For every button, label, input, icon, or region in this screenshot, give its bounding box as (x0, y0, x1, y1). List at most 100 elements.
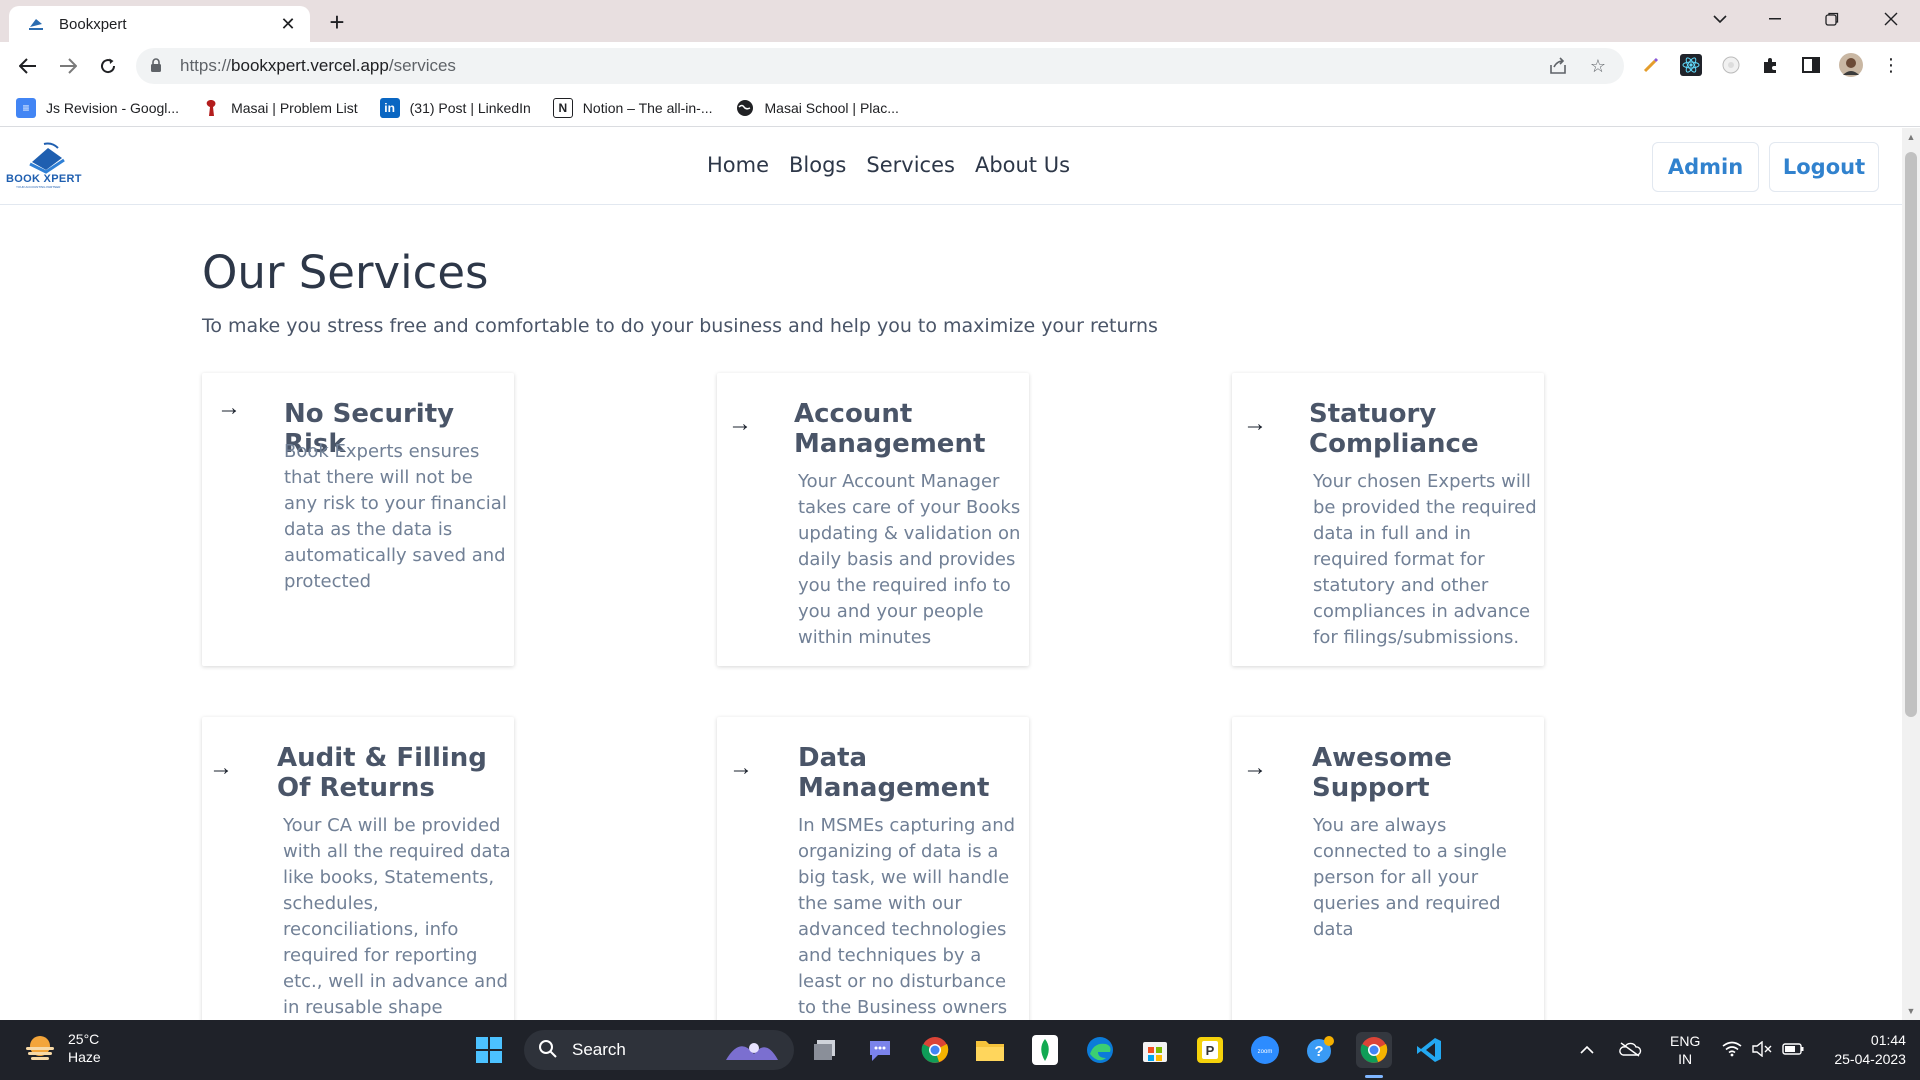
help-icon[interactable]: ? (1302, 1032, 1338, 1068)
onedrive-offline-icon[interactable] (1618, 1041, 1642, 1060)
region-code: IN (1678, 1051, 1693, 1067)
service-card-description: In MSMEs capturing and organizing of dat… (798, 815, 1016, 1018)
edge-icon[interactable] (1082, 1032, 1118, 1068)
main-nav: Home Blogs Services About Us (707, 153, 1070, 177)
bookmark-linkedin[interactable]: in (31) Post | LinkedIn (379, 97, 531, 118)
chrome-icon[interactable] (917, 1032, 953, 1068)
share-icon[interactable] (1544, 52, 1572, 80)
address-bar[interactable]: https://bookxpert.vercel.app/services ☆ (136, 48, 1624, 84)
service-card: → Awesome Support You are always connect… (1232, 717, 1544, 1020)
scroll-up-arrow-icon[interactable]: ▲ (1906, 132, 1916, 142)
extensions-puzzle-icon[interactable] (1756, 50, 1786, 80)
chrome-active-icon[interactable] (1356, 1032, 1392, 1068)
service-card-title: Awesome Support (1312, 743, 1452, 803)
page-scrollbar[interactable]: ▲ ▼ (1902, 128, 1920, 1020)
bookmark-label: Notion – The all-in-... (582, 99, 713, 116)
bookxpert-logo[interactable]: BOOK XPERT YOUR ACCOUNTING PARTNER (4, 140, 86, 192)
nav-about-us-link[interactable]: About Us (975, 153, 1070, 177)
file-explorer-icon[interactable] (972, 1032, 1008, 1068)
nav-services-link[interactable]: Services (866, 153, 955, 177)
browser-toolbar: https://bookxpert.vercel.app/services ☆ … (0, 42, 1920, 89)
arrow-right-icon: → (728, 410, 752, 437)
arrow-right-icon: → (1243, 754, 1267, 781)
docs-icon: ≡ (16, 97, 36, 118)
browser-tab[interactable]: Bookxpert ✕ (9, 6, 310, 42)
site-header: BOOK XPERT YOUR ACCOUNTING PARTNER Home … (0, 128, 1902, 205)
bookmark-js-revision[interactable]: ≡ Js Revision - Googl... (16, 97, 179, 118)
service-card-title: Data Management (798, 743, 990, 803)
wifi-icon[interactable] (1722, 1041, 1742, 1060)
bookmarks-bar: ≡ Js Revision - Googl... Masai | Problem… (0, 89, 1920, 127)
search-icon (538, 1039, 560, 1061)
restore-button[interactable] (1808, 0, 1856, 38)
weather-temperature: 25°C (68, 1031, 100, 1047)
weather-widget[interactable]: 25°C Haze (22, 1030, 101, 1066)
page-title: Our Services (202, 246, 489, 299)
nav-blogs-link[interactable]: Blogs (789, 153, 846, 177)
page-subtitle: To make you stress free and comfortable … (202, 315, 1158, 337)
service-card-title: Account Management (794, 399, 986, 459)
clock-date: 25-04-2023 (1834, 1051, 1906, 1067)
clock[interactable]: 01:44 25-04-2023 (1834, 1031, 1906, 1069)
scroll-down-arrow-icon[interactable]: ▼ (1906, 1006, 1916, 1016)
close-window-button[interactable] (1867, 0, 1915, 38)
pen-extension-icon[interactable] (1636, 50, 1666, 80)
battery-icon[interactable] (1782, 1042, 1804, 1058)
logo-text: BOOK XPERT (6, 173, 82, 185)
task-view-icon[interactable] (808, 1032, 844, 1068)
windows-taskbar: 25°C Haze Search P zoom ? ENG IN 01:44 2… (0, 1020, 1920, 1080)
tab-close-icon[interactable]: ✕ (278, 14, 298, 34)
bookmark-masai-placement[interactable]: Masai School | Plac... (735, 98, 899, 118)
logout-button[interactable]: Logout (1769, 142, 1879, 192)
windows-start-icon[interactable] (471, 1032, 507, 1068)
new-tab-button[interactable]: + (323, 8, 351, 36)
search-highlight-icon (720, 1034, 784, 1071)
profile-avatar[interactable] (1836, 50, 1866, 80)
extension-timer-icon[interactable] (1716, 50, 1746, 80)
linkedin-icon: in (379, 97, 400, 118)
admin-button[interactable]: Admin (1652, 142, 1759, 192)
url-text[interactable]: https://bookxpert.vercel.app/services (180, 56, 1544, 76)
svg-text:?: ? (1314, 1043, 1323, 1060)
volume-muted-icon[interactable] (1752, 1040, 1772, 1060)
arrow-right-icon: → (209, 754, 233, 781)
tab-search-chevron-down-icon[interactable] (1696, 0, 1744, 38)
zoom-icon[interactable]: zoom (1247, 1032, 1283, 1068)
mongodb-compass-icon[interactable] (1027, 1032, 1063, 1068)
service-card-description: Book Experts ensures that there will not… (284, 441, 507, 592)
bookmark-masai-problem-list[interactable]: Masai | Problem List (201, 98, 358, 118)
side-panel-icon[interactable] (1796, 50, 1826, 80)
service-card: → No Security Risk Book Experts ensures … (202, 373, 514, 666)
bookmark-star-icon[interactable]: ☆ (1584, 52, 1612, 80)
postman-style-icon[interactable]: P (1192, 1032, 1228, 1068)
scrollbar-thumb[interactable] (1905, 152, 1917, 717)
service-card-title: Statuory Compliance (1309, 399, 1479, 459)
taskbar-search-box[interactable]: Search (524, 1030, 794, 1070)
language-code: ENG (1670, 1033, 1701, 1049)
tray-overflow-chevron-up-icon[interactable] (1580, 1042, 1594, 1058)
bookmark-label: Masai School | Plac... (764, 99, 899, 116)
service-card: → Statuory Compliance Your chosen Expert… (1232, 373, 1544, 666)
clock-time: 01:44 (1870, 1032, 1906, 1048)
system-tray: ENG IN 01:44 25-04-2023 (1580, 1020, 1906, 1080)
weather-condition: Haze (68, 1049, 101, 1065)
browser-menu-icon[interactable]: ⋮ (1876, 50, 1906, 80)
arrow-right-icon: → (729, 754, 753, 781)
microsoft-store-icon[interactable] (1137, 1032, 1173, 1068)
reload-icon[interactable] (92, 50, 124, 82)
minimize-button[interactable] (1751, 0, 1799, 38)
bookmark-label: Masai | Problem List (231, 99, 358, 116)
language-indicator[interactable]: ENG IN (1670, 1032, 1700, 1068)
forward-arrow-icon[interactable] (52, 50, 84, 82)
page-viewport: BOOK XPERT YOUR ACCOUNTING PARTNER Home … (0, 128, 1902, 1020)
back-arrow-icon[interactable] (12, 50, 44, 82)
vscode-icon[interactable] (1411, 1032, 1447, 1068)
react-devtools-icon[interactable] (1676, 50, 1706, 80)
bookmark-notion[interactable]: N Notion – The all-in-... (552, 97, 713, 118)
teams-chat-icon[interactable] (862, 1032, 898, 1068)
haze-weather-icon (22, 1033, 58, 1063)
lock-icon[interactable] (150, 58, 166, 74)
arrow-right-icon: → (217, 394, 241, 421)
nav-home-link[interactable]: Home (707, 153, 769, 177)
service-card: → Data Management In MSMEs capturing and… (717, 717, 1029, 1020)
